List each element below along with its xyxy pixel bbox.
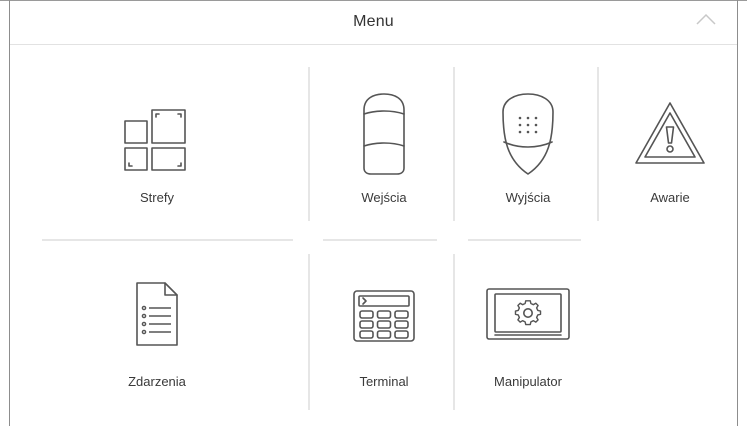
tile-label: Wejścia <box>361 190 407 205</box>
tile-awarie[interactable]: Awarie <box>598 72 742 232</box>
tile-label: Wyjścia <box>505 190 551 205</box>
keypad-terminal-icon <box>312 264 456 364</box>
grid-divider <box>308 67 310 221</box>
tile-label: Strefy <box>140 190 174 205</box>
tile-terminal[interactable]: Terminal <box>312 264 456 424</box>
menu-header: Menu <box>10 1 737 45</box>
tile-zdarzenia[interactable]: Zdarzenia <box>85 264 229 424</box>
siren-icon <box>456 78 600 188</box>
grid-divider <box>323 239 437 241</box>
tile-wyjscia[interactable]: Wyjścia <box>456 72 600 232</box>
warning-triangle-icon <box>598 78 742 188</box>
tile-manipulator[interactable]: Manipulator <box>456 264 600 424</box>
page-title: Menu <box>353 13 394 30</box>
collapse-button[interactable] <box>694 10 718 28</box>
document-list-icon <box>85 264 229 364</box>
motion-detector-icon <box>312 78 456 188</box>
tile-label: Awarie <box>650 190 690 205</box>
tile-label: Terminal <box>359 374 409 389</box>
grid-divider <box>308 254 310 410</box>
grid-divider <box>42 239 293 241</box>
window-left-border <box>9 0 10 426</box>
tile-strefy[interactable]: Strefy <box>85 72 229 232</box>
grid-divider <box>468 239 581 241</box>
chevron-up-icon <box>696 13 716 25</box>
partitions-icon <box>85 82 229 192</box>
tile-wejscia[interactable]: Wejścia <box>312 72 456 232</box>
settings-display-icon <box>456 264 600 364</box>
tile-label: Manipulator <box>494 374 562 389</box>
tile-label: Zdarzenia <box>128 374 186 389</box>
